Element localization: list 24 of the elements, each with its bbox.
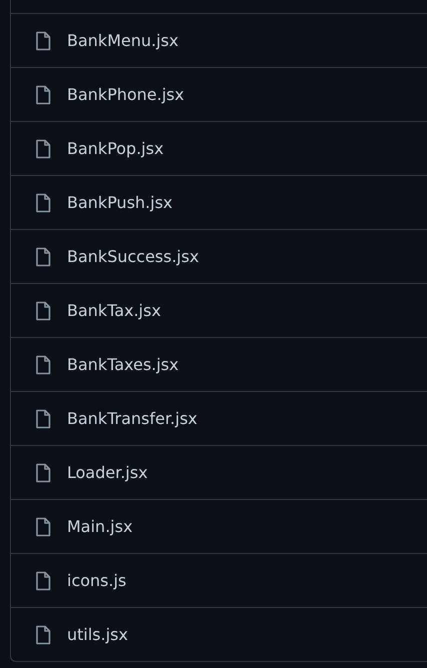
file-icon — [35, 30, 51, 50]
file-icon — [35, 570, 51, 590]
file-icon — [35, 408, 51, 428]
file-icon — [35, 300, 51, 320]
file-icon — [35, 84, 51, 104]
file-name-link[interactable]: Loader.jsx — [67, 463, 148, 482]
file-name-link[interactable]: BankTax.jsx — [67, 301, 161, 320]
file-icon — [35, 624, 51, 644]
file-name-link[interactable]: Main.jsx — [67, 517, 133, 536]
file-name-link[interactable]: utils.jsx — [67, 625, 128, 644]
file-name-link[interactable]: BankPhone.jsx — [67, 85, 184, 104]
file-name-link[interactable]: BankPop.jsx — [67, 139, 164, 158]
file-name-link[interactable]: BankPush.jsx — [67, 193, 173, 212]
file-icon — [35, 192, 51, 212]
file-icon — [35, 138, 51, 158]
file-name-link[interactable]: BankMenu.jsx — [67, 31, 178, 50]
file-name-link[interactable]: BankSuccess.jsx — [67, 247, 199, 266]
file-icon — [35, 462, 51, 482]
file-name-link[interactable]: BankTransfer.jsx — [67, 409, 198, 428]
file-icon — [35, 246, 51, 266]
file-icon — [35, 354, 51, 374]
file-name-link[interactable]: icons.js — [67, 571, 126, 590]
file-name-link[interactable]: BankTaxes.jsx — [67, 355, 179, 374]
file-icon — [35, 516, 51, 536]
